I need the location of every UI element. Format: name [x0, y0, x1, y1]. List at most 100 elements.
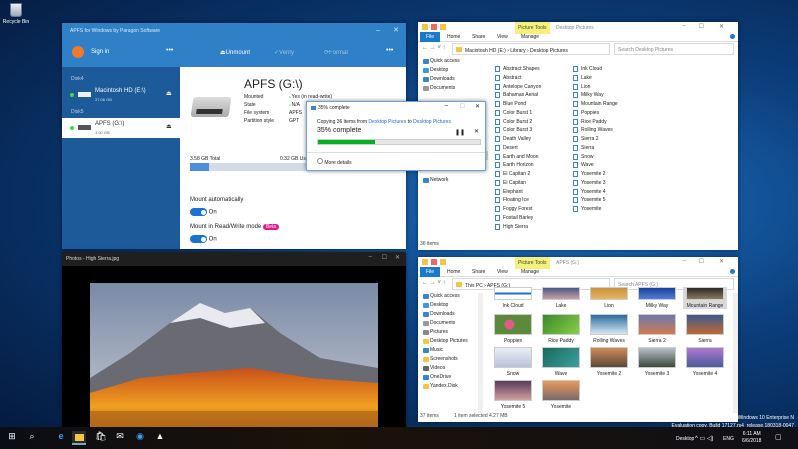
navigation-arrows[interactable]: ← → ˅ ↑ — [422, 280, 446, 286]
minimize-button[interactable]: – — [683, 23, 686, 29]
tab-share[interactable]: Share — [472, 269, 485, 275]
file-item[interactable]: Sierra 2 — [573, 136, 599, 142]
file-item[interactable]: Foggy Forest — [495, 206, 532, 212]
search-input[interactable]: Search Desktop Pictures — [614, 43, 734, 55]
file-item[interactable]: Color Burst 2 — [495, 118, 532, 125]
tab-share[interactable]: Share — [472, 34, 485, 40]
navigation-arrows[interactable]: ← → ˅ ↑ — [422, 45, 446, 51]
more-details-button[interactable]: More details — [317, 158, 352, 166]
file-item[interactable]: Yosemite 4 — [573, 188, 606, 195]
nav-item-downloads[interactable]: Downloads — [418, 311, 480, 320]
file-item[interactable]: Rolling Waves — [573, 127, 613, 134]
nav-item-music[interactable]: Music — [418, 347, 480, 356]
file-item[interactable]: El Capitan 2 — [495, 171, 530, 177]
file-item[interactable]: Antelope Canyon — [495, 83, 541, 90]
file-item[interactable]: Ink Cloud — [573, 66, 602, 72]
pause-button[interactable]: ❚❚ — [455, 129, 465, 136]
minimize-button[interactable]: – — [369, 254, 372, 260]
file-item[interactable]: Milky Way — [573, 92, 604, 99]
close-button[interactable]: ✕ — [395, 254, 400, 261]
eject-icon[interactable]: ⏏ — [166, 123, 172, 130]
file-item[interactable]: Yosemite 5 — [573, 197, 606, 204]
thumbnail-item[interactable]: Ink Cloud — [491, 287, 535, 309]
file-item[interactable]: Earth Horizon — [495, 162, 534, 169]
close-button[interactable]: ✕ — [475, 103, 480, 110]
recycle-bin[interactable]: Recycle Bin — [2, 3, 30, 25]
file-item[interactable]: Yosemite 3 — [573, 179, 606, 186]
close-button[interactable]: ✕ — [719, 258, 724, 265]
close-button[interactable]: ✕ — [719, 23, 724, 30]
mount-rw-toggle[interactable]: On — [190, 235, 217, 243]
file-item[interactable]: Yosemite — [573, 206, 601, 212]
file-item[interactable]: El Capitan — [495, 179, 526, 186]
file-item[interactable]: Desert — [495, 144, 518, 151]
file-item[interactable]: Yosemite 2 — [573, 171, 606, 177]
action-center-icon[interactable]: ▢ — [775, 433, 782, 441]
tab-manage[interactable]: Manage — [521, 269, 539, 275]
file-item[interactable]: Elephant — [495, 188, 523, 195]
tab-manage[interactable]: Manage — [521, 34, 539, 40]
maximize-button[interactable]: ☐ — [460, 103, 465, 110]
minimize-button[interactable]: – — [376, 27, 380, 34]
thumbnail-item[interactable]: Yosemite — [539, 380, 583, 410]
qat-icon[interactable] — [440, 24, 446, 30]
nav-item-documents[interactable]: Documents — [418, 85, 488, 94]
source-link[interactable]: Desktop Pictures — [368, 119, 406, 125]
tab-home[interactable]: Home — [447, 34, 460, 40]
thumbnail-item[interactable]: Sierra 2 — [635, 314, 679, 344]
thumbnail-item[interactable]: Milky Way — [635, 287, 679, 309]
help-icon[interactable] — [730, 34, 735, 39]
breadcrumb-item[interactable]: This PC — [465, 283, 483, 289]
nav-item-quick-access[interactable]: Quick access — [418, 293, 480, 302]
minimize-button[interactable]: – — [445, 103, 448, 109]
clock[interactable]: 6:11 AM 6/6/2018 — [742, 431, 761, 445]
help-icon[interactable] — [730, 269, 735, 274]
file-item[interactable]: Color Burst 1 — [495, 109, 532, 116]
thumbnail-item[interactable]: Yosemite 4 — [683, 347, 727, 377]
file-item[interactable]: Death Valley — [495, 136, 531, 142]
nav-item-onedrive[interactable]: OneDrive — [418, 374, 480, 383]
file-item[interactable]: Blue Pond — [495, 101, 526, 107]
tray-chevron-icon[interactable]: ^ ▭ ◁) — [695, 435, 713, 442]
tab-view[interactable]: View — [497, 34, 508, 40]
tab-view[interactable]: View — [497, 269, 508, 275]
breadcrumb-item[interactable]: Desktop Pictures — [530, 48, 568, 54]
nav-item-desktop[interactable]: Desktop — [418, 67, 488, 76]
file-item[interactable]: Bahamas Aerial — [495, 92, 538, 99]
search-icon[interactable]: ⌕ — [25, 431, 39, 445]
photo-viewer[interactable] — [62, 266, 406, 432]
nav-item-desktop[interactable]: Desktop — [418, 302, 480, 311]
tab-file[interactable]: File — [420, 267, 440, 277]
thumbnail-item[interactable]: Yosemite 5 — [491, 380, 535, 410]
thumbnail-item[interactable]: Yosemite 3 — [635, 347, 679, 377]
nav-item-network[interactable]: Network — [418, 177, 488, 186]
content-scrollbar[interactable] — [733, 293, 738, 413]
cancel-button[interactable]: ✕ — [474, 128, 479, 135]
file-item[interactable]: Foxtail Barley — [495, 214, 533, 221]
maximize-button[interactable]: ☐ — [699, 23, 704, 30]
file-item[interactable]: High Sierra — [495, 223, 528, 230]
close-button[interactable]: ✕ — [393, 26, 399, 34]
edge-icon[interactable]: e — [54, 431, 68, 445]
file-item[interactable]: Abstract Shapes — [495, 66, 540, 72]
desktop-toolbar[interactable]: Desktop — [676, 436, 694, 442]
nav-item-desktop-pictures[interactable]: Desktop Pictures — [418, 338, 480, 347]
breadcrumb-item[interactable]: Macintosh HD (E:) — [465, 48, 506, 54]
file-item[interactable]: Lake — [573, 74, 592, 81]
nav-item-videos[interactable]: Videos — [418, 365, 480, 374]
maximize-button[interactable]: ☐ — [382, 254, 387, 261]
start-windows-icon[interactable]: ⊞ — [5, 431, 19, 445]
eject-icon[interactable]: ⏏ — [166, 90, 172, 97]
qat-icon[interactable] — [440, 259, 446, 265]
disk-item[interactable]: Macintosh HD (E:\) 37.06 GB ⏏ — [62, 85, 180, 105]
thumbnail-item[interactable]: Wave — [539, 347, 583, 377]
file-item[interactable]: Abstract — [495, 74, 521, 81]
qat-icon[interactable] — [422, 259, 428, 265]
file-explorer-icon[interactable] — [72, 431, 86, 445]
unmount-button[interactable]: ⏏Unmount — [220, 49, 250, 56]
verify-button[interactable]: ✓Verify — [274, 49, 294, 56]
thumbnail-item[interactable]: Poppies — [491, 314, 535, 344]
file-item[interactable]: Color Burst 3 — [495, 127, 532, 134]
thumbnail-item[interactable]: Lion — [587, 287, 631, 309]
format-button[interactable]: ⟳Format — [324, 49, 348, 56]
